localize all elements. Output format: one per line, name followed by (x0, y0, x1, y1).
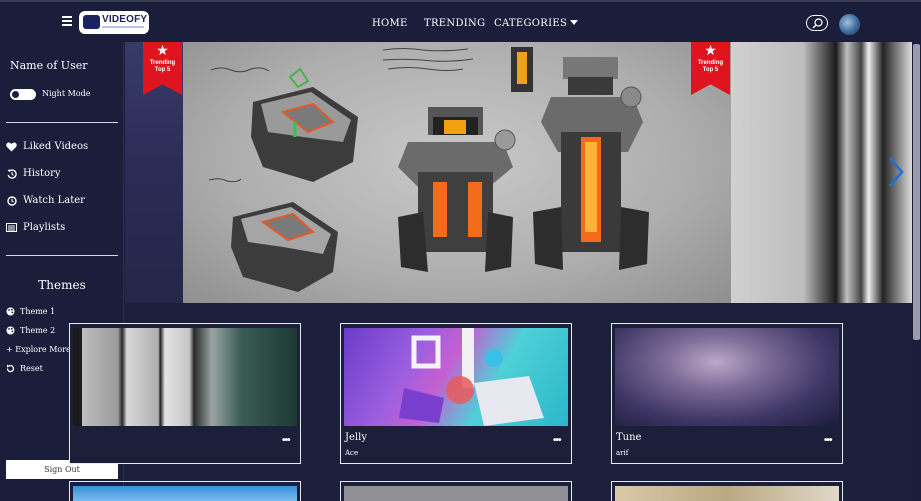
video-camera-icon (83, 15, 100, 29)
divider (6, 122, 118, 123)
video-card[interactable]: Jelly Ace ••• (340, 323, 572, 464)
nav-categories[interactable]: CATEGORIES (494, 18, 579, 29)
themes-heading: Themes (38, 278, 86, 292)
badge-line-1: Trending (697, 60, 724, 66)
theme-label: Reset (20, 364, 43, 373)
app-logo[interactable]: VIDEOFY (79, 11, 149, 34)
search-button[interactable] (806, 15, 828, 31)
carousel-next-slide-image (731, 42, 912, 303)
video-author[interactable]: arif (616, 449, 628, 457)
thumbnail-art (399, 328, 544, 426)
concept-art-illustration (208, 47, 649, 292)
palette-icon (6, 326, 15, 335)
video-card[interactable] (69, 481, 301, 501)
night-mode-toggle[interactable] (10, 89, 36, 100)
badge-line-2: Top 5 (154, 67, 171, 73)
video-thumbnail[interactable] (73, 328, 297, 426)
night-mode-label: Night Mode (42, 89, 91, 98)
video-thumbnail[interactable] (615, 328, 839, 426)
clock-icon (6, 195, 17, 206)
playlist-icon (6, 222, 17, 233)
video-thumbnail[interactable] (344, 328, 568, 426)
sidebar-item-playlists[interactable]: Playlists (6, 222, 65, 233)
video-card[interactable]: ••• (69, 323, 301, 464)
search-icon (812, 18, 823, 29)
nav-categories-label: CATEGORIES (494, 18, 568, 29)
palette-icon (6, 307, 15, 316)
divider (6, 255, 118, 256)
star-icon: ★ (156, 43, 169, 59)
reset-theme[interactable]: Reset (6, 364, 43, 373)
top-navbar: VIDEOFY HOME TRENDING CATEGORIES (0, 0, 921, 42)
video-card[interactable] (340, 481, 572, 501)
theme-label: + Explore More (6, 345, 71, 354)
sidebar-item-label: History (23, 168, 61, 179)
nav-trending[interactable]: TRENDING (424, 18, 485, 29)
badge-line-2: Top 5 (702, 67, 719, 73)
more-options-icon[interactable]: ••• (282, 435, 290, 446)
history-icon (6, 168, 17, 179)
carousel-next-arrow-icon[interactable] (888, 156, 904, 188)
more-options-icon[interactable]: ••• (553, 435, 561, 446)
user-avatar[interactable] (839, 14, 860, 35)
video-title[interactable]: Tune (616, 432, 641, 443)
video-card[interactable] (611, 481, 843, 501)
reset-icon (6, 364, 15, 373)
video-thumbnail[interactable] (344, 486, 568, 501)
sidebar-item-label: Watch Later (23, 195, 85, 206)
sidebar-item-liked-videos[interactable]: Liked Videos (6, 141, 88, 152)
sidebar-item-history[interactable]: History (6, 168, 61, 179)
carousel-main-image (183, 42, 731, 303)
page-scrollbar[interactable] (912, 42, 921, 501)
theme-1-option[interactable]: Theme 1 (6, 307, 55, 316)
video-author[interactable]: Ace (345, 449, 358, 457)
star-icon: ★ (704, 43, 717, 59)
scrollbar-thumb[interactable] (913, 44, 920, 340)
video-thumbnail[interactable] (73, 486, 297, 501)
sidebar-item-label: Liked Videos (23, 141, 89, 152)
sidebar-item-label: Playlists (23, 222, 66, 233)
user-name: Name of User (10, 59, 88, 72)
video-title[interactable]: Jelly (345, 432, 367, 443)
theme-label: Theme 1 (20, 307, 56, 316)
theme-label: Theme 2 (20, 326, 56, 335)
explore-more-themes[interactable]: + Explore More (6, 345, 71, 354)
nav-home[interactable]: HOME (372, 18, 408, 29)
caret-down-icon (570, 20, 579, 25)
hero-carousel[interactable]: ★ Trending Top 5 ★ Trending Top 5 (125, 42, 912, 303)
sidebar-item-watch-later[interactable]: Watch Later (6, 195, 85, 206)
hamburger-menu-icon[interactable] (62, 16, 72, 26)
logo-text: VIDEOFY (102, 14, 148, 25)
video-card[interactable]: Tune arif ••• (611, 323, 843, 464)
theme-2-option[interactable]: Theme 2 (6, 326, 55, 335)
more-options-icon[interactable]: ••• (824, 435, 832, 446)
video-thumbnail[interactable] (615, 486, 839, 501)
heart-icon (6, 141, 17, 152)
badge-line-1: Trending (149, 60, 176, 66)
